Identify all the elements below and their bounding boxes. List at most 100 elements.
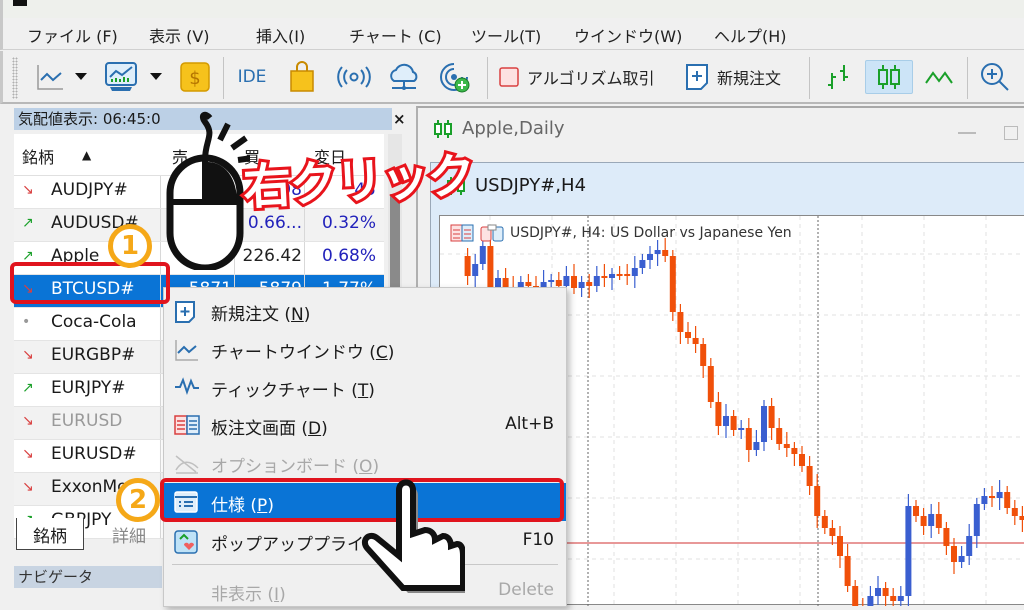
bullish-candle: [647, 254, 653, 260]
column-divider: [160, 308, 161, 340]
maximize-button[interactable]: [1004, 126, 1018, 140]
market-button[interactable]: [103, 60, 139, 94]
column-divider: [160, 407, 161, 439]
usdjpy-chart-title-text: USDJPY#,H4: [475, 175, 587, 196]
menu-item-label: 非表示 (I): [211, 585, 286, 605]
bearish-candle: [791, 448, 798, 454]
bearish-candle: [989, 496, 995, 498]
cloud-icon: [390, 63, 418, 90]
column-divider: [160, 374, 161, 406]
bullish-candle: [479, 246, 486, 264]
menu-tools[interactable]: ツール(T): [471, 23, 541, 47]
bearish-candle: [814, 486, 821, 516]
minimize-button[interactable]: [958, 132, 976, 134]
bullish-candle: [981, 496, 988, 504]
shopping-bag-icon: [290, 61, 314, 92]
symbol-name: AUDJPY#: [51, 180, 128, 200]
trend-up-icon: ↗: [22, 380, 34, 396]
bearish-candle: [913, 506, 919, 516]
broadcast-icon: [337, 66, 371, 88]
bearish-candle: [700, 344, 707, 366]
bullish-candle: [723, 416, 729, 426]
algo-trading-button[interactable]: アルゴリズム取引: [499, 60, 655, 94]
close-icon[interactable]: ×: [393, 110, 406, 128]
signals-button[interactable]: $: [179, 60, 211, 94]
context-menu-item[interactable]: 板注文画面 (D) Alt+B: [164, 406, 566, 444]
context-menu-item[interactable]: チャートウインドウ (C): [164, 330, 566, 368]
algo-trading-icon: [499, 67, 519, 87]
sort-ascending-icon: ▲: [82, 148, 92, 162]
bullish-candle: [973, 504, 980, 536]
algo-trading-label: アルゴリズム取引: [527, 69, 655, 88]
market-dropdown[interactable]: [148, 60, 164, 94]
bearish-candle: [890, 596, 897, 601]
bearish-candle: [837, 536, 843, 556]
candlestick-icon: [878, 65, 900, 89]
bearish-candle: [768, 406, 775, 428]
bullish-candle: [867, 596, 874, 610]
column-header-symbol[interactable]: 銘柄: [22, 144, 54, 168]
menu-help[interactable]: ヘルプ(H): [714, 23, 787, 47]
bullish-candle: [966, 536, 973, 556]
new-order-button[interactable]: 新規注文: [685, 60, 781, 94]
bullish-candle: [631, 268, 638, 276]
ide-label: IDE: [237, 67, 267, 87]
apple-chart-window-title[interactable]: Apple,Daily: [432, 118, 565, 139]
bearish-candle: [821, 516, 828, 528]
bullish-candle: [928, 514, 935, 526]
menu-file[interactable]: ファイル (F): [27, 23, 118, 47]
step2-badge: 2: [116, 478, 160, 522]
app-icon: [13, 0, 27, 6]
bearish-candle: [783, 444, 790, 448]
chevron-down-icon: [75, 73, 87, 80]
line-chart-button[interactable]: [33, 60, 67, 94]
bearish-candle: [882, 588, 889, 596]
menu-item-shortcut: Delete: [498, 580, 554, 600]
context-menu-item[interactable]: オプションボード (O): [164, 444, 566, 482]
bearish-candle: [707, 366, 714, 402]
bearish-candle: [677, 312, 684, 332]
chevron-down-icon: [150, 73, 162, 80]
context-menu-item[interactable]: 新規注文 (N): [164, 292, 566, 330]
line-chart-dropdown[interactable]: [73, 60, 89, 94]
step1-badge: 1: [108, 224, 152, 268]
bearish-candle: [1004, 492, 1011, 508]
menu-bar: ファイル (F) 表示 (V) 挿入(I) チャート (C) ツール(T) ウイ…: [0, 18, 1024, 50]
ide-button[interactable]: IDE: [235, 60, 269, 94]
menu-insert[interactable]: 挿入(I): [256, 23, 305, 47]
zoom-in-button[interactable]: [977, 60, 1013, 94]
line-chart-type-button[interactable]: [921, 60, 957, 94]
bullish-candle: [761, 406, 767, 442]
symbol-name: EURUSD#: [51, 444, 137, 464]
menu-view[interactable]: 表示 (V): [149, 23, 210, 47]
navigator-panel: ナビゲータ: [14, 566, 162, 596]
daily-change: 0.68%: [321, 246, 376, 266]
navigator-title: ナビゲータ: [14, 566, 162, 588]
tab-details[interactable]: 詳細: [96, 518, 162, 550]
bar-chart-button[interactable]: [821, 60, 857, 94]
menu-item-label: オプションボード (O): [211, 457, 380, 477]
bullish-candle: [897, 596, 904, 601]
bullish-candle: [905, 506, 912, 596]
add-signal-button[interactable]: [437, 60, 471, 94]
toolbar-separator: [809, 57, 810, 99]
bearish-candle: [799, 454, 805, 466]
toolbar-grip[interactable]: [12, 57, 18, 99]
pointing-hand-cursor-icon: [361, 479, 465, 593]
bearish-candle: [525, 282, 532, 286]
tab-symbols[interactable]: 銘柄: [16, 518, 84, 550]
menu-chart[interactable]: チャート (C): [349, 23, 442, 47]
zoom-in-icon: [981, 63, 1009, 91]
bullish-candle: [654, 250, 661, 254]
signals-broadcast-button[interactable]: [337, 60, 371, 94]
symbol-name: EURJPY#: [51, 378, 126, 398]
market-store-button[interactable]: [287, 60, 317, 94]
tick-chart-icon: [174, 376, 199, 400]
bullish-candle: [753, 442, 760, 450]
symbol-name: EURUSD: [51, 411, 123, 431]
candlestick-chart-button[interactable]: [865, 60, 913, 94]
vps-button[interactable]: [387, 60, 421, 94]
menu-window[interactable]: ウインドウ(W): [574, 23, 682, 47]
monitor-chart-icon: [105, 62, 137, 91]
context-menu-item[interactable]: ティックチャート (T): [164, 368, 566, 406]
